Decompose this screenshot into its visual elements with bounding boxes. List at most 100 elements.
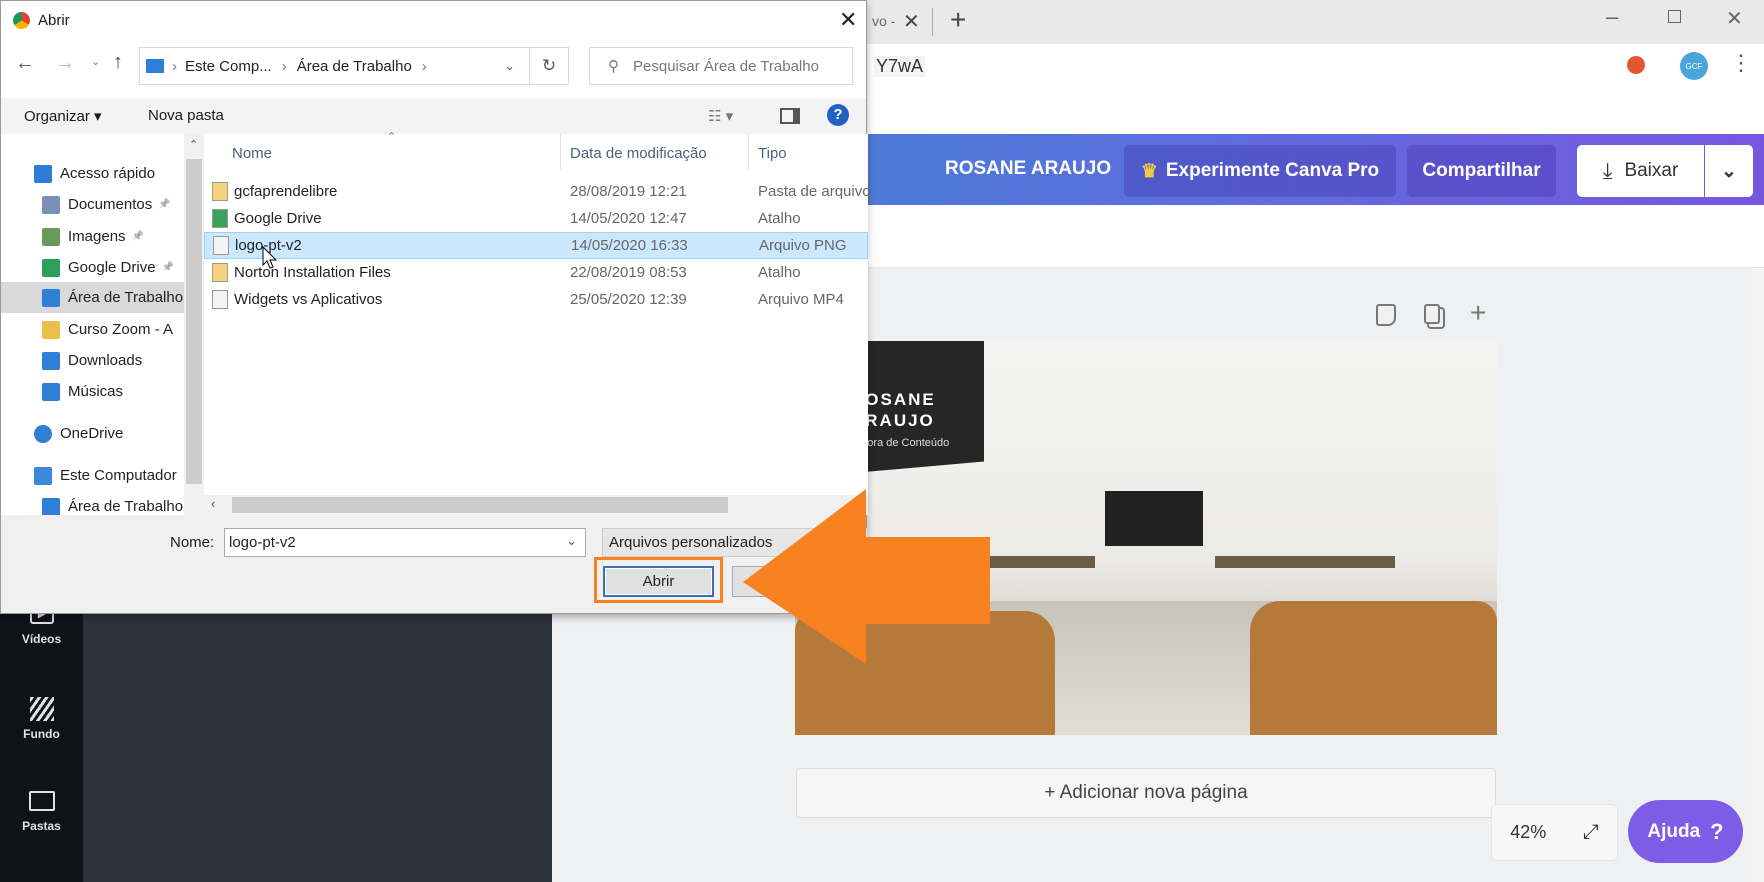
- pin-icon[interactable]: 📌: [132, 231, 144, 242]
- file-date: 14/05/2020 16:33: [571, 237, 688, 254]
- nav-scrollbar[interactable]: ⌃: [184, 134, 204, 515]
- nav-item[interactable]: Google Drive 📌: [1, 252, 184, 283]
- fullscreen-icon[interactable]: ⤢: [1583, 821, 1599, 844]
- tv-shape: [1105, 491, 1203, 546]
- tab-divider: [932, 8, 933, 36]
- design-page-photo[interactable]: ROSANE ARAUJO Criadora de Conteúdo: [795, 341, 1497, 735]
- nav-item[interactable]: Documentos 📌: [1, 189, 184, 220]
- nav-item[interactable]: OneDrive: [1, 418, 184, 449]
- view-options-icon[interactable]: ☷ ▾: [708, 107, 733, 125]
- window-close-icon[interactable]: ✕: [1726, 6, 1743, 31]
- add-page-plus-icon[interactable]: +: [1470, 297, 1486, 329]
- add-new-page-button[interactable]: + Adicionar nova página: [796, 768, 1496, 818]
- nav-item[interactable]: Área de Trabalho: [1, 491, 184, 515]
- help-button[interactable]: Ajuda?: [1628, 800, 1743, 863]
- preview-pane-icon[interactable]: [780, 108, 800, 124]
- nav-item[interactable]: Curso Zoom - A: [1, 314, 184, 345]
- horizontal-scrollbar-thumb[interactable]: [232, 497, 728, 513]
- address-dropdown-chevron-icon[interactable]: ⌄: [504, 58, 515, 74]
- pin-icon[interactable]: 📌: [158, 199, 170, 210]
- tab-title[interactable]: vo -: [872, 13, 895, 29]
- file-date: 28/08/2019 12:21: [570, 183, 687, 200]
- back-icon[interactable]: ←: [15, 52, 35, 75]
- nav-item[interactable]: Músicas: [1, 376, 184, 407]
- file-type: Arquivo MP4: [758, 291, 844, 308]
- search-icon: ⚲: [608, 58, 619, 75]
- zoom-control[interactable]: 42% ⤢: [1491, 804, 1618, 861]
- folder-icon: [212, 182, 228, 201]
- column-header-type[interactable]: Tipo: [758, 145, 787, 162]
- try-canva-pro-button[interactable]: ♛ Experimente Canva Pro: [1124, 145, 1396, 197]
- recent-locations-chevron-icon[interactable]: ⌄: [91, 55, 100, 68]
- file-name-label: Nome:: [170, 534, 215, 551]
- computer-icon: [146, 59, 164, 73]
- video-file-icon: [212, 290, 228, 309]
- menu-icon[interactable]: ⋮: [1730, 50, 1752, 76]
- nav-item[interactable]: Área de Trabalho: [1, 282, 184, 313]
- nav-scrollbar-thumb[interactable]: [186, 159, 202, 484]
- file-name-dropdown-chevron-icon[interactable]: ⌄: [566, 533, 577, 549]
- new-folder-button[interactable]: Nova pasta: [148, 107, 224, 124]
- sidebar-item-background[interactable]: Fundo: [0, 697, 83, 741]
- zoom-level[interactable]: 42%: [1510, 822, 1546, 843]
- address-breadcrumb[interactable]: › Este Comp... › Área de Trabalho › ⌄: [139, 47, 530, 85]
- minimize-icon[interactable]: –: [1606, 4, 1618, 30]
- horizontal-scrollbar[interactable]: ‹: [204, 495, 868, 515]
- table-shape: [1215, 556, 1395, 568]
- share-button[interactable]: Compartilhar: [1407, 145, 1556, 197]
- note-icon[interactable]: [1376, 304, 1396, 326]
- download-options-chevron-icon[interactable]: ⌄: [1705, 145, 1753, 197]
- file-name-input[interactable]: logo-pt-v2 ⌄: [224, 528, 586, 557]
- column-header-date[interactable]: Data de modificação: [570, 145, 707, 162]
- dialog-close-icon[interactable]: ✕: [839, 7, 857, 33]
- documents-icon: [42, 195, 60, 214]
- sidebar-item-folders[interactable]: Pastas: [0, 791, 83, 833]
- file-row[interactable]: gcfaprendelibre 28/08/2019 12:21 Pasta de …: [204, 178, 871, 205]
- file-list: ⌃ Nome Data de modificação Tipo gcfapren…: [204, 131, 871, 495]
- nav-item-label: Documentos: [68, 196, 153, 213]
- refresh-icon[interactable]: ↻: [529, 47, 569, 85]
- file-type: Atalho: [758, 210, 801, 227]
- new-tab-icon[interactable]: +: [950, 4, 966, 36]
- forward-icon[interactable]: →: [55, 52, 75, 75]
- url-text[interactable]: Y7wA: [874, 56, 926, 77]
- sidebar-label: Fundo: [23, 727, 60, 741]
- search-input[interactable]: ⚲ Pesquisar Área de Trabalho: [589, 47, 853, 85]
- dialog-nav-row: ← → ⌄ ↑ › Este Comp... › Área de Trabalho …: [1, 41, 866, 98]
- breadcrumb-item[interactable]: Área de Trabalho: [297, 58, 412, 75]
- nav-item-label: Acesso rápido: [60, 165, 156, 182]
- profile-avatar[interactable]: GCF: [1680, 52, 1708, 80]
- nav-item[interactable]: Downloads: [1, 345, 184, 376]
- file-name: Widgets vs Aplicativos: [234, 291, 383, 308]
- pin-icon[interactable]: 📌: [162, 262, 174, 273]
- duplicate-icon[interactable]: [1424, 304, 1440, 324]
- file-name: gcfaprendelibre: [234, 183, 338, 200]
- up-icon[interactable]: ↑: [113, 51, 123, 74]
- file-type-select[interactable]: Arquivos personalizados: [602, 528, 868, 557]
- tab-close-icon[interactable]: ✕: [903, 9, 920, 34]
- google-drive-icon: [212, 209, 228, 228]
- file-row[interactable]: logo-pt-v2 14/05/2020 16:33 Arquivo PNG: [204, 232, 868, 259]
- help-icon[interactable]: ?: [827, 104, 849, 126]
- file-row[interactable]: Google Drive 14/05/2020 12:47 Atalho: [204, 205, 868, 232]
- cloud-icon: [34, 424, 52, 443]
- folder-icon: [28, 791, 55, 811]
- folder-icon: [42, 320, 60, 339]
- open-button[interactable]: Abrir: [603, 566, 714, 597]
- column-header-name[interactable]: Nome: [232, 145, 272, 162]
- cancel-button[interactable]: [732, 566, 843, 597]
- search-placeholder: Pesquisar Área de Trabalho: [633, 57, 819, 75]
- file-row[interactable]: Norton Installation Files 22/08/2019 08:5…: [204, 259, 868, 286]
- canvas-scrollbar[interactable]: [1752, 268, 1764, 882]
- nav-item-label: Imagens: [68, 228, 126, 245]
- extension-icon[interactable]: [1627, 56, 1645, 74]
- restore-icon[interactable]: [1668, 10, 1681, 23]
- download-button[interactable]: ⤓ Baixar: [1577, 145, 1704, 197]
- nav-item[interactable]: Este Computador: [1, 460, 184, 491]
- background-pattern-icon: [29, 697, 54, 721]
- breadcrumb-item[interactable]: Este Comp...: [185, 58, 272, 75]
- nav-item[interactable]: Imagens 📌: [1, 221, 184, 252]
- organize-menu[interactable]: Organizar ▾: [24, 107, 102, 125]
- nav-item[interactable]: Acesso rápido: [1, 158, 184, 189]
- file-row[interactable]: Widgets vs Aplicativos 25/05/2020 12:39 Ar…: [204, 286, 868, 313]
